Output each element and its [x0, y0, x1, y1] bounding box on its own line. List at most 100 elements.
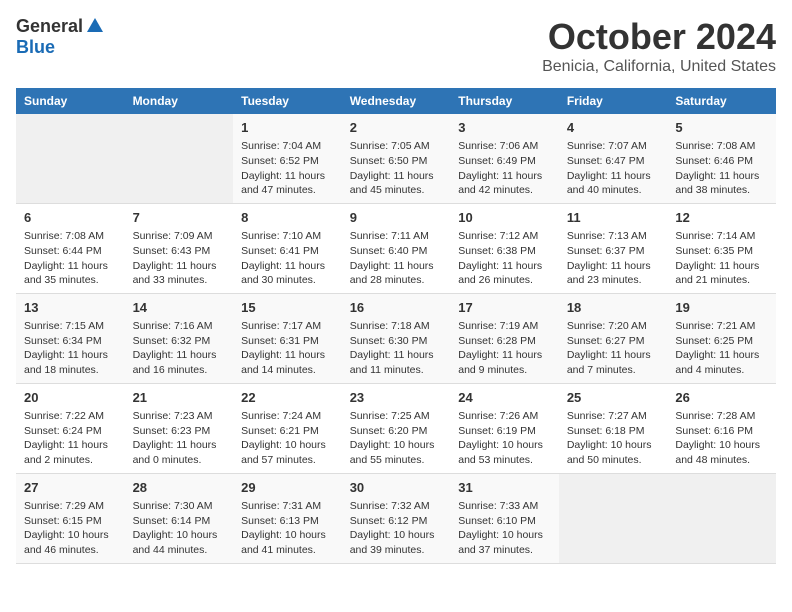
day-number: 2 — [350, 119, 443, 137]
calendar-cell: 3Sunrise: 7:06 AMSunset: 6:49 PMDaylight… — [450, 114, 559, 203]
day-number: 28 — [133, 479, 226, 497]
day-info: Sunrise: 7:20 AMSunset: 6:27 PMDaylight:… — [567, 319, 660, 378]
day-number: 24 — [458, 389, 551, 407]
sunrise-text: Sunrise: 7:19 AM — [458, 320, 538, 332]
logo-icon — [85, 16, 105, 36]
day-info: Sunrise: 7:17 AMSunset: 6:31 PMDaylight:… — [241, 319, 334, 378]
sunrise-text: Sunrise: 7:23 AM — [133, 410, 213, 422]
calendar-week-row: 20Sunrise: 7:22 AMSunset: 6:24 PMDayligh… — [16, 383, 776, 473]
daylight-text: Daylight: 11 hours and 35 minutes. — [24, 260, 108, 287]
daylight-text: Daylight: 10 hours and 48 minutes. — [675, 439, 760, 466]
header-wednesday: Wednesday — [342, 88, 451, 114]
calendar-cell — [559, 473, 668, 563]
calendar-table: Sunday Monday Tuesday Wednesday Thursday… — [16, 88, 776, 564]
calendar-cell: 1Sunrise: 7:04 AMSunset: 6:52 PMDaylight… — [233, 114, 342, 203]
calendar-cell: 7Sunrise: 7:09 AMSunset: 6:43 PMDaylight… — [125, 203, 234, 293]
calendar-cell: 24Sunrise: 7:26 AMSunset: 6:19 PMDayligh… — [450, 383, 559, 473]
daylight-text: Daylight: 11 hours and 45 minutes. — [350, 170, 434, 197]
daylight-text: Daylight: 11 hours and 30 minutes. — [241, 260, 325, 287]
day-info: Sunrise: 7:13 AMSunset: 6:37 PMDaylight:… — [567, 229, 660, 288]
day-info: Sunrise: 7:27 AMSunset: 6:18 PMDaylight:… — [567, 409, 660, 468]
sunset-text: Sunset: 6:24 PM — [24, 425, 102, 437]
header-thursday: Thursday — [450, 88, 559, 114]
calendar-cell: 4Sunrise: 7:07 AMSunset: 6:47 PMDaylight… — [559, 114, 668, 203]
daylight-text: Daylight: 11 hours and 38 minutes. — [675, 170, 759, 197]
sunrise-text: Sunrise: 7:30 AM — [133, 500, 213, 512]
day-number: 19 — [675, 299, 768, 317]
sunrise-text: Sunrise: 7:25 AM — [350, 410, 430, 422]
daylight-text: Daylight: 11 hours and 26 minutes. — [458, 260, 542, 287]
calendar-cell: 30Sunrise: 7:32 AMSunset: 6:12 PMDayligh… — [342, 473, 451, 563]
sunrise-text: Sunrise: 7:08 AM — [24, 230, 104, 242]
header-monday: Monday — [125, 88, 234, 114]
sunset-text: Sunset: 6:23 PM — [133, 425, 211, 437]
sunrise-text: Sunrise: 7:28 AM — [675, 410, 755, 422]
daylight-text: Daylight: 11 hours and 11 minutes. — [350, 349, 434, 376]
day-number: 4 — [567, 119, 660, 137]
calendar-cell: 6Sunrise: 7:08 AMSunset: 6:44 PMDaylight… — [16, 203, 125, 293]
day-info: Sunrise: 7:19 AMSunset: 6:28 PMDaylight:… — [458, 319, 551, 378]
sunset-text: Sunset: 6:50 PM — [350, 155, 428, 167]
daylight-text: Daylight: 11 hours and 33 minutes. — [133, 260, 217, 287]
day-number: 5 — [675, 119, 768, 137]
daylight-text: Daylight: 11 hours and 16 minutes. — [133, 349, 217, 376]
header-saturday: Saturday — [667, 88, 776, 114]
day-number: 9 — [350, 209, 443, 227]
day-number: 23 — [350, 389, 443, 407]
day-info: Sunrise: 7:04 AMSunset: 6:52 PMDaylight:… — [241, 139, 334, 198]
day-info: Sunrise: 7:24 AMSunset: 6:21 PMDaylight:… — [241, 409, 334, 468]
day-info: Sunrise: 7:28 AMSunset: 6:16 PMDaylight:… — [675, 409, 768, 468]
calendar-week-row: 13Sunrise: 7:15 AMSunset: 6:34 PMDayligh… — [16, 293, 776, 383]
day-info: Sunrise: 7:09 AMSunset: 6:43 PMDaylight:… — [133, 229, 226, 288]
sunset-text: Sunset: 6:32 PM — [133, 335, 211, 347]
logo-blue-text: Blue — [16, 37, 55, 58]
day-number: 1 — [241, 119, 334, 137]
sunset-text: Sunset: 6:25 PM — [675, 335, 753, 347]
daylight-text: Daylight: 11 hours and 40 minutes. — [567, 170, 651, 197]
daylight-text: Daylight: 10 hours and 41 minutes. — [241, 529, 326, 556]
daylight-text: Daylight: 11 hours and 4 minutes. — [675, 349, 759, 376]
calendar-cell: 13Sunrise: 7:15 AMSunset: 6:34 PMDayligh… — [16, 293, 125, 383]
sunset-text: Sunset: 6:47 PM — [567, 155, 645, 167]
sunrise-text: Sunrise: 7:27 AM — [567, 410, 647, 422]
sunset-text: Sunset: 6:31 PM — [241, 335, 319, 347]
sunrise-text: Sunrise: 7:12 AM — [458, 230, 538, 242]
sunset-text: Sunset: 6:10 PM — [458, 515, 536, 527]
calendar-cell: 18Sunrise: 7:20 AMSunset: 6:27 PMDayligh… — [559, 293, 668, 383]
day-info: Sunrise: 7:11 AMSunset: 6:40 PMDaylight:… — [350, 229, 443, 288]
calendar-cell: 16Sunrise: 7:18 AMSunset: 6:30 PMDayligh… — [342, 293, 451, 383]
sunset-text: Sunset: 6:21 PM — [241, 425, 319, 437]
daylight-text: Daylight: 10 hours and 53 minutes. — [458, 439, 543, 466]
sunset-text: Sunset: 6:34 PM — [24, 335, 102, 347]
month-title: October 2024 — [542, 16, 776, 58]
sunset-text: Sunset: 6:20 PM — [350, 425, 428, 437]
sunrise-text: Sunrise: 7:15 AM — [24, 320, 104, 332]
sunset-text: Sunset: 6:43 PM — [133, 245, 211, 257]
sunset-text: Sunset: 6:27 PM — [567, 335, 645, 347]
day-number: 14 — [133, 299, 226, 317]
sunrise-text: Sunrise: 7:06 AM — [458, 140, 538, 152]
sunset-text: Sunset: 6:52 PM — [241, 155, 319, 167]
day-number: 15 — [241, 299, 334, 317]
sunset-text: Sunset: 6:38 PM — [458, 245, 536, 257]
sunrise-text: Sunrise: 7:32 AM — [350, 500, 430, 512]
day-info: Sunrise: 7:33 AMSunset: 6:10 PMDaylight:… — [458, 499, 551, 558]
sunrise-text: Sunrise: 7:04 AM — [241, 140, 321, 152]
sunset-text: Sunset: 6:49 PM — [458, 155, 536, 167]
sunrise-text: Sunrise: 7:05 AM — [350, 140, 430, 152]
sunrise-text: Sunrise: 7:29 AM — [24, 500, 104, 512]
day-info: Sunrise: 7:21 AMSunset: 6:25 PMDaylight:… — [675, 319, 768, 378]
sunrise-text: Sunrise: 7:26 AM — [458, 410, 538, 422]
calendar-cell — [16, 114, 125, 203]
sunrise-text: Sunrise: 7:22 AM — [24, 410, 104, 422]
day-info: Sunrise: 7:06 AMSunset: 6:49 PMDaylight:… — [458, 139, 551, 198]
calendar-cell: 17Sunrise: 7:19 AMSunset: 6:28 PMDayligh… — [450, 293, 559, 383]
sunrise-text: Sunrise: 7:18 AM — [350, 320, 430, 332]
sunset-text: Sunset: 6:44 PM — [24, 245, 102, 257]
calendar-body: 1 Sunrise: 7:04 AM Sunset: 6:52 PM Daylight… — [16, 114, 776, 563]
day-number: 10 — [458, 209, 551, 227]
location-subtitle: Benicia, California, United States — [542, 58, 776, 76]
daylight-text: Daylight: 10 hours and 39 minutes. — [350, 529, 435, 556]
sunrise-text: Sunrise: 7:16 AM — [133, 320, 213, 332]
day-info: Sunrise: 7:08 AMSunset: 6:46 PMDaylight:… — [675, 139, 768, 198]
